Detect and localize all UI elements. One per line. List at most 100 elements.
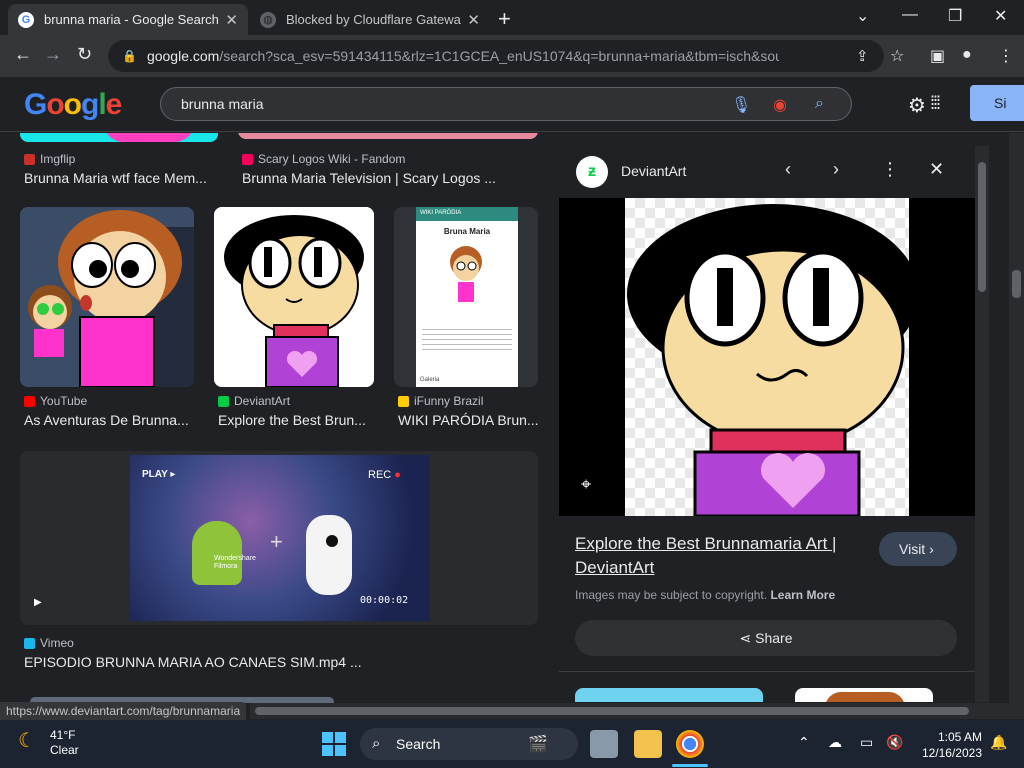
profile-icon[interactable]: ● (962, 46, 972, 64)
watermark-text: Wondershare Filmora (214, 555, 256, 570)
deviantart-icon (218, 395, 229, 407)
minimize-icon[interactable]: — (902, 6, 918, 24)
preview-image[interactable] (625, 198, 919, 518)
play-icon[interactable]: ▶ (34, 597, 42, 608)
new-tab-icon[interactable]: + (498, 6, 511, 32)
fandom-icon (242, 153, 253, 165)
cloud-icon[interactable]: ☁ (828, 734, 842, 751)
result-title[interactable]: Brunna Maria Television | Scary Logos ..… (242, 170, 538, 186)
search-icon[interactable]: ⌕ (815, 95, 824, 113)
visit-button[interactable]: Visit › (879, 532, 957, 566)
camera-lens-icon[interactable]: ◉ (773, 95, 787, 115)
tab-title: brunna maria - Google Search (44, 12, 219, 27)
bookmark-star-icon[interactable]: ☆ (890, 46, 904, 66)
play-label: PLAY ▸ (142, 469, 176, 480)
image-results: Imgflip Brunna Maria wtf face Mem... Sca… (0, 133, 556, 703)
search-query[interactable]: brunna maria (181, 96, 264, 112)
video-timecode: 00:00:02 (360, 595, 409, 606)
tab-cloudflare[interactable]: ◍ Blocked by Cloudflare Gateway ✕ (250, 4, 490, 35)
horizontal-scrollbar-thumb[interactable] (255, 707, 969, 715)
google-logo[interactable]: Google (24, 88, 122, 122)
gear-icon[interactable]: ⚙ (908, 93, 926, 118)
volume-icon[interactable]: 🔇 (886, 734, 903, 751)
forward-arrow-icon[interactable]: → (44, 44, 62, 65)
chevron-left-icon[interactable]: ‹ (785, 159, 791, 180)
tab-title: Blocked by Cloudflare Gateway (286, 12, 462, 27)
menu-icon[interactable]: ⋮ (998, 46, 1014, 66)
rec-indicator: REC ● (368, 469, 401, 481)
task-view-icon[interactable] (590, 730, 618, 758)
tab-google-search[interactable]: G brunna maria - Google Search ✕ (8, 4, 248, 35)
address-bar[interactable]: 🔒 google.com /search?sca_esv=591434115&r… (108, 40, 884, 72)
side-panel-icon[interactable]: ▣ (930, 46, 945, 66)
chevron-down-icon[interactable]: ⌄ (856, 6, 869, 26)
video-frame: PLAY ▸ REC ● Wondershare Filmora + 00:00… (130, 455, 430, 621)
file-explorer-icon[interactable] (634, 730, 662, 758)
result-title[interactable]: Explore the Best Brun... (218, 412, 374, 428)
result-thumbnail-vimeo[interactable]: PLAY ▸ REC ● Wondershare Filmora + 00:00… (20, 451, 538, 625)
result-thumbnail-youtube[interactable] (20, 207, 194, 387)
related-thumbnail[interactable] (575, 688, 763, 702)
chevron-right-icon[interactable]: › (833, 159, 839, 180)
panel-title-link[interactable]: Explore the Best Brunnamaria Art | Devia… (575, 532, 865, 580)
browser-toolbar: ← → ↻ 🔒 google.com /search?sca_esv=59143… (0, 35, 1024, 77)
result-source: Scary Logos Wiki - Fandom (242, 152, 405, 166)
result-thumbnail-deviantart[interactable] (214, 207, 374, 387)
lock-icon: 🔒 (122, 49, 137, 63)
google-lens-icon[interactable]: ⌖ (581, 474, 591, 495)
result-thumbnail[interactable] (238, 133, 538, 139)
divider (559, 671, 975, 672)
cartoon-image (450, 246, 482, 302)
close-icon[interactable]: ✕ (929, 159, 944, 180)
system-clock[interactable]: 1:05 AM 12/16/2023 (920, 729, 982, 761)
more-options-icon[interactable]: ⋮ (881, 159, 899, 180)
back-arrow-icon[interactable]: ← (14, 44, 32, 65)
windows-start-icon[interactable] (322, 732, 346, 756)
status-bar-url: https://www.deviantart.com/tag/brunnamar… (0, 702, 247, 720)
panel-header: ƶ DeviantArt ‹ › ⋮ ✕ (559, 146, 975, 198)
chrome-icon[interactable] (676, 730, 704, 758)
reload-icon[interactable]: ↻ (77, 44, 92, 65)
apps-grid-icon[interactable]: ⁞⁞⁞ (930, 93, 941, 114)
close-tab-icon[interactable]: ✕ (467, 11, 480, 29)
page-scrollbar[interactable] (1009, 133, 1024, 703)
cartoon-image (20, 207, 194, 387)
copyright-notice: Images may be subject to copyright. Lear… (575, 588, 836, 602)
search-icon: ⌕ (372, 735, 381, 752)
sign-in-button[interactable]: Si (970, 85, 1024, 121)
panel-source[interactable]: DeviantArt (621, 163, 686, 179)
share-icon: ⋖ (739, 630, 752, 646)
result-source: iFunny Brazil (398, 394, 483, 408)
result-thumbnail-ifunny[interactable]: WIKI PARÓDIA Bruna Maria Galeria (394, 207, 538, 387)
page-scrollbar-thumb[interactable] (1012, 270, 1021, 298)
moon-icon: ☾ (18, 730, 36, 752)
network-icon[interactable]: ▭ (860, 734, 873, 751)
search-box[interactable]: brunna maria 🎙 ◉ ⌕ (160, 87, 852, 121)
panel-scrollbar-thumb[interactable] (978, 162, 986, 292)
share-button[interactable]: ⋖ Share (575, 620, 957, 656)
share-page-icon[interactable]: ⇪ (856, 47, 869, 65)
result-title[interactable]: Brunna Maria wtf face Mem... (24, 170, 214, 186)
preview-image-container: ⌖ (559, 198, 975, 518)
restore-icon[interactable]: ❐ (948, 6, 962, 26)
related-thumbnail[interactable] (795, 688, 933, 702)
notification-bell-icon[interactable]: 🔔 (990, 734, 1007, 751)
crosshair-icon: + (270, 529, 283, 554)
taskbar-search[interactable]: ⌕ Search 🎬 (360, 728, 578, 760)
result-thumbnail[interactable] (20, 133, 218, 142)
image-preview-panel: ƶ DeviantArt ‹ › ⋮ ✕ ⌖ Explore the Best … (559, 146, 975, 702)
result-title[interactable]: WIKI PARÓDIA Brun... (398, 412, 538, 428)
close-window-icon[interactable]: ✕ (994, 6, 1007, 26)
wiki-card-name: Bruna Maria (443, 227, 491, 236)
chevron-up-icon[interactable]: ⌃ (798, 734, 810, 751)
ifunny-icon (398, 395, 409, 407)
wiki-card-header: WIKI PARÓDIA (416, 207, 518, 221)
close-tab-icon[interactable]: ✕ (225, 11, 238, 29)
result-title[interactable]: As Aventuras De Brunna... (24, 412, 194, 428)
learn-more-link[interactable]: Learn More (770, 588, 835, 602)
taskbar-search-label: Search (396, 736, 441, 752)
widgets-icon: 🎬 (528, 736, 548, 753)
result-title[interactable]: EPISODIO BRUNNA MARIA AO CANAES SIM.mp4 … (24, 654, 538, 670)
google-icon: G (18, 11, 34, 28)
microphone-icon[interactable]: 🎙 (731, 95, 751, 115)
